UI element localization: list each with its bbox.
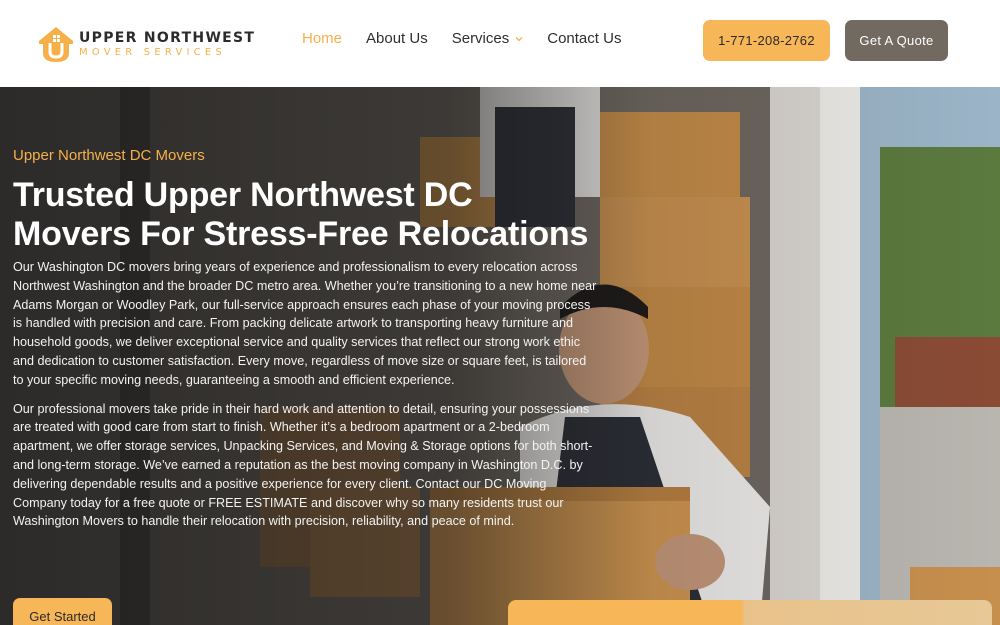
nav-item-contact[interactable]: Contact Us [547,30,621,47]
logo-tagline: MOVER SERVICES [79,46,226,58]
hero-title: Trusted Upper Northwest DC Movers For St… [13,176,598,254]
get-quote-button[interactable]: Get A Quote [845,20,948,61]
get-started-button[interactable]: Get Started [13,598,112,625]
nav-item-home[interactable]: Home [302,30,342,47]
nav-about-label: About Us [366,30,428,47]
hero-paragraph-2: Our professional movers take pride in th… [13,401,593,529]
nav-services-label: Services [451,30,510,47]
logo[interactable]: UPPER NORTHWEST MOVER SERVICES [35,22,254,66]
main-nav: Home About Us Services Contact Us [302,30,645,47]
nav-contact-label: Contact Us [547,30,622,47]
hero-content: Upper Northwest DC Movers Trusted Upper … [13,147,598,541]
hero-paragraph-1: Our Washington DC movers bring years of … [13,260,597,387]
hero-title-line2: Movers For Stress-Free Relocations [13,215,589,253]
nav-home-label: Home [302,30,343,47]
nav-item-services[interactable]: Services [452,30,524,47]
hero-eyebrow: Upper Northwest DC Movers [13,147,205,164]
hero-section: Upper Northwest DC Movers Trusted Upper … [0,87,1000,625]
phone-button[interactable]: 1-771-208-2762 [703,20,830,61]
chevron-down-icon [515,36,523,41]
quote-card-top [508,600,992,625]
hero-title-line1: Trusted Upper Northwest DC [13,176,473,214]
house-logo-icon [39,27,73,62]
logo-name: UPPER NORTHWEST [79,29,256,46]
site-header: UPPER NORTHWEST MOVER SERVICES Home Abou… [0,0,1000,87]
nav-item-about[interactable]: About Us [366,30,428,47]
logo-text: UPPER NORTHWEST MOVER SERVICES [79,31,255,58]
